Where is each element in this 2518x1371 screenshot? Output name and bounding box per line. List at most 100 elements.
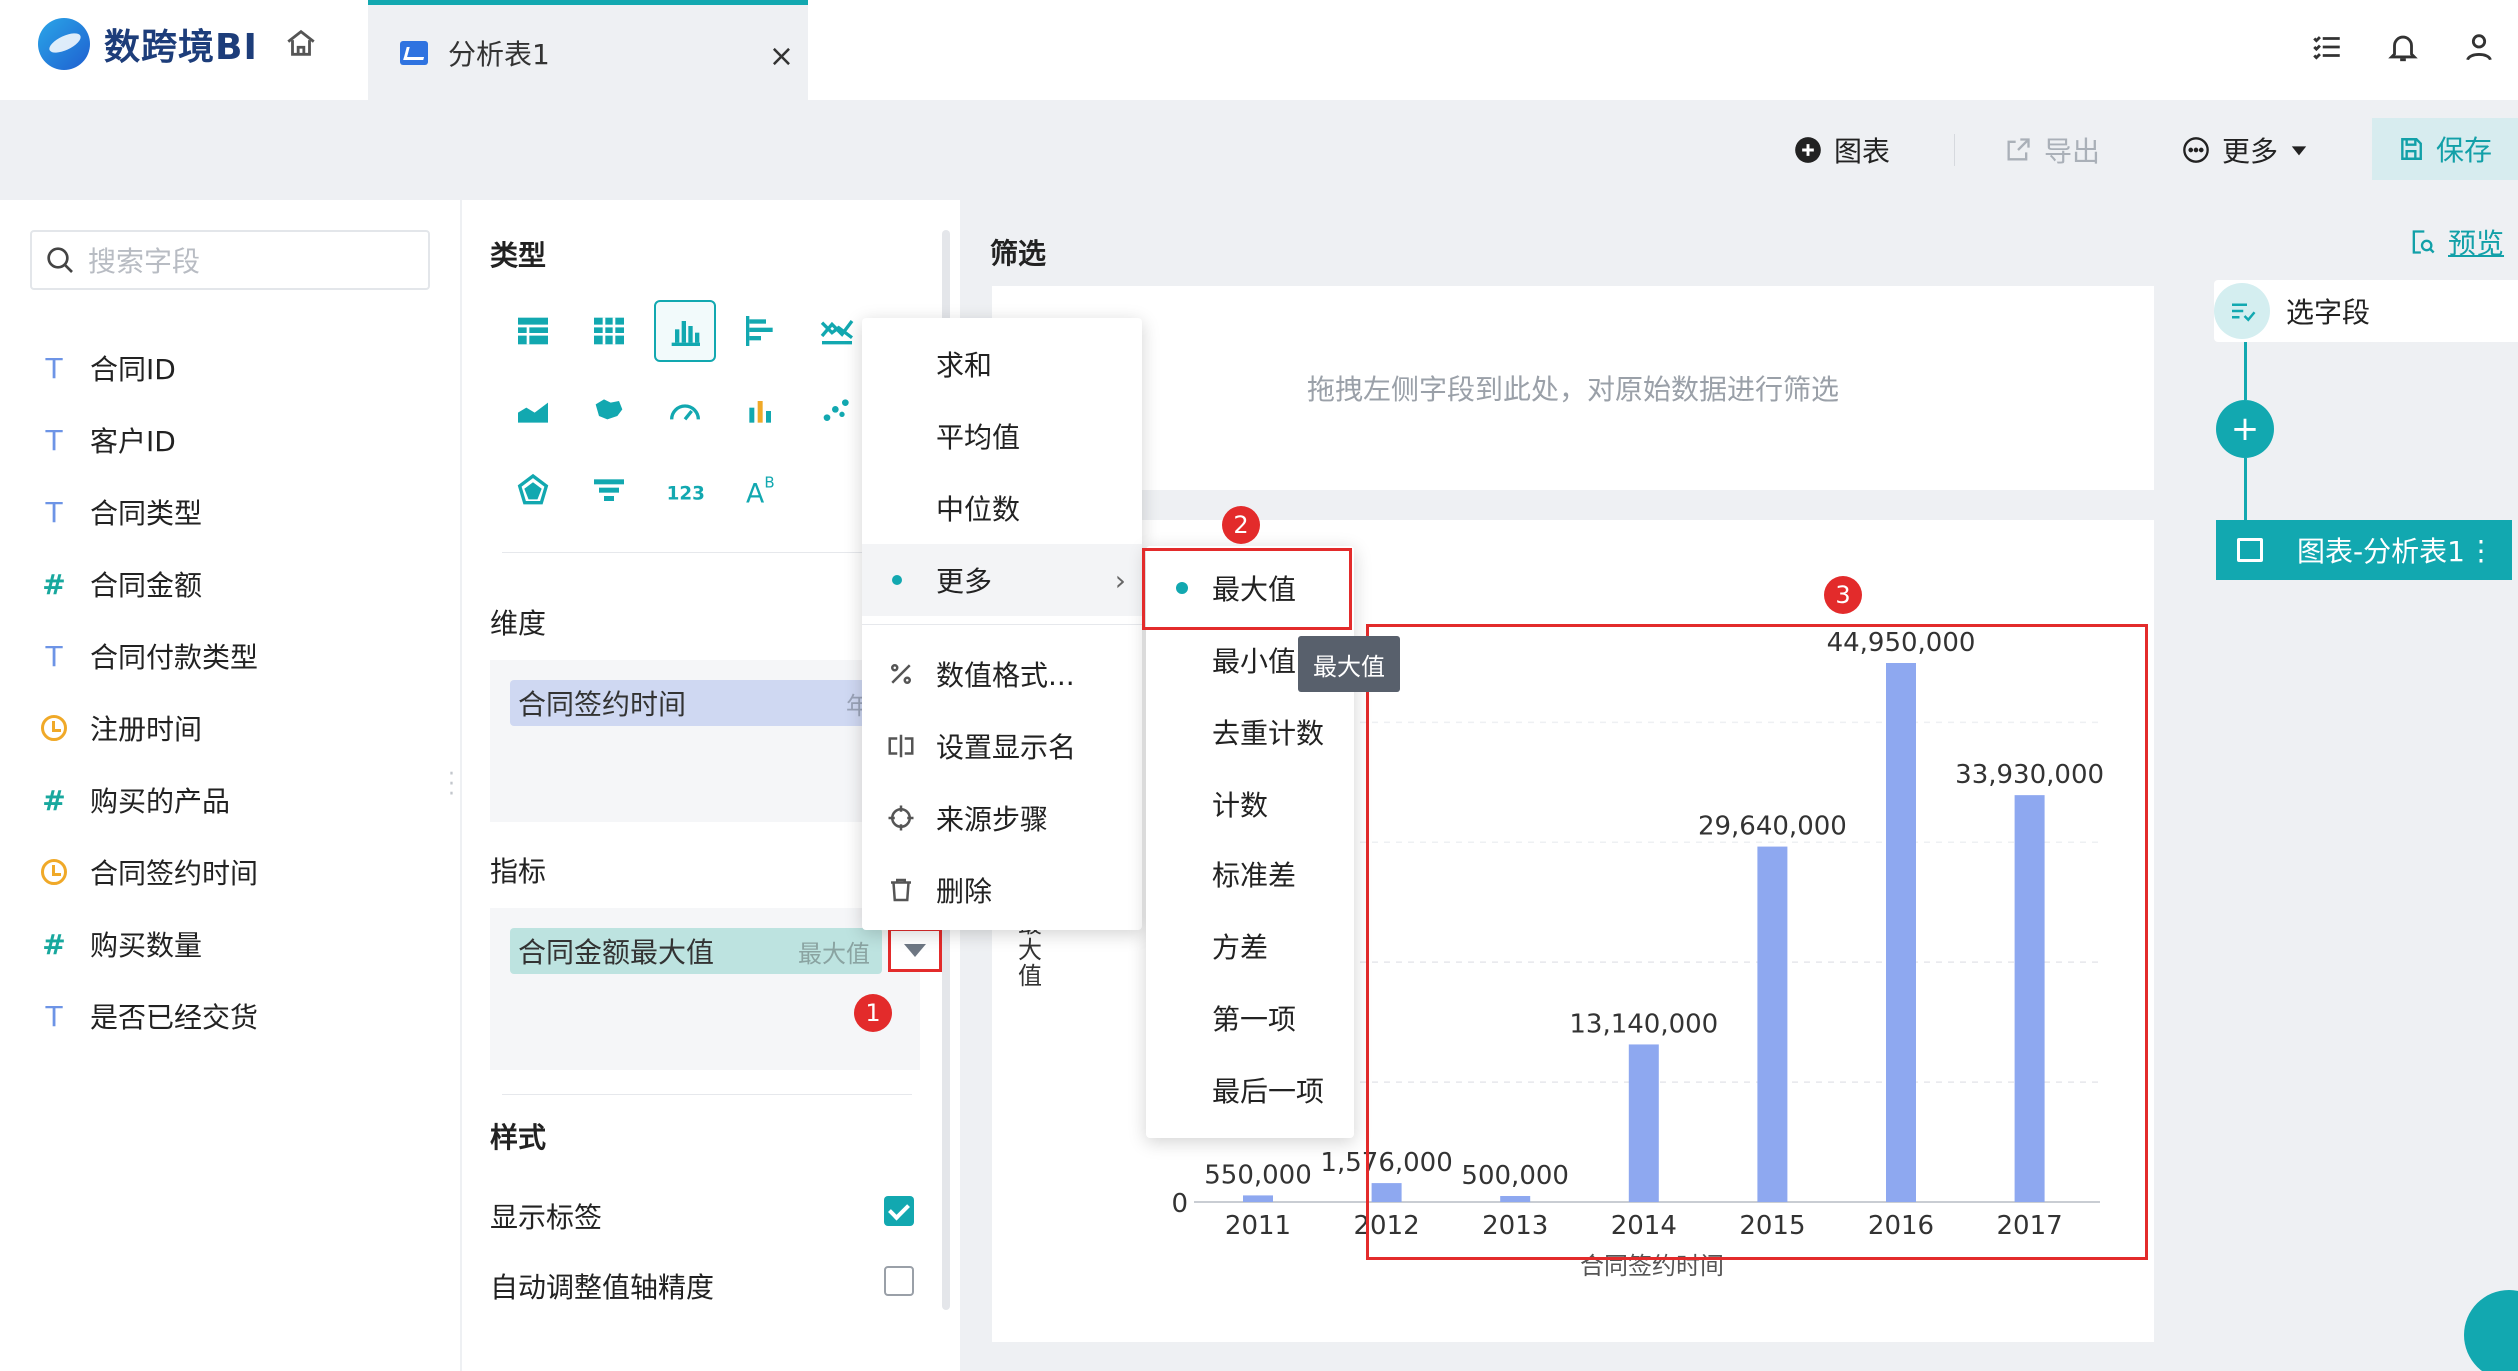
add-chart-button[interactable]: 图表	[1794, 128, 1890, 172]
export-label: 导出	[2044, 135, 2101, 168]
save-button[interactable]: 保存	[2372, 118, 2518, 180]
field-item[interactable]: # 购买的产品	[38, 764, 258, 836]
auto-axis-checkbox[interactable]	[884, 1266, 914, 1296]
scatter-type-icon[interactable]	[806, 380, 868, 442]
submenu-item-variance[interactable]: 方差	[1146, 910, 1354, 982]
show-label-checkbox[interactable]	[884, 1196, 914, 1226]
bell-icon[interactable]	[2386, 30, 2420, 64]
chart-highlight-box	[1366, 624, 2148, 1260]
field-label: 合同类型	[90, 497, 203, 530]
preview-link[interactable]: 预览	[2408, 222, 2504, 262]
number-type-icon: #	[42, 927, 66, 961]
add-step-button[interactable]: +	[2216, 400, 2274, 458]
menu-item-median[interactable]: 中位数	[862, 472, 1142, 544]
chevron-right-icon: ›	[1114, 563, 1126, 597]
more-button[interactable]: 更多	[2182, 128, 2308, 172]
svg-text:123: 123	[667, 483, 705, 504]
detail-table-type-icon[interactable]	[578, 300, 640, 362]
number-type-icon: #	[42, 783, 66, 817]
field-item[interactable]: # 购买数量	[38, 908, 258, 980]
field-item[interactable]: T 客户ID	[38, 404, 258, 476]
target-icon	[888, 805, 914, 831]
menu-item-display-name[interactable]: 设置显示名	[862, 710, 1142, 782]
menu-divider	[862, 624, 1142, 625]
submenu-item-distinct-count[interactable]: 去重计数	[1146, 696, 1354, 768]
field-item[interactable]: T 合同ID	[38, 332, 258, 404]
menu-item-sum[interactable]: 求和	[862, 328, 1142, 400]
flow-panel	[2180, 200, 2518, 1371]
filter-placeholder: 拖拽左侧字段到此处，对原始数据进行筛选	[1306, 373, 1839, 406]
menu-item-delete[interactable]: 删除	[862, 854, 1142, 926]
field-item[interactable]: 注册时间	[38, 692, 258, 764]
submenu-item-stddev[interactable]: 标准差	[1146, 838, 1354, 910]
field-panel: 搜索字段 T 合同ID T 客户ID T 合同类型 # 合同金额 T 合同付款类型 注册时…	[0, 200, 460, 1371]
top-bar: 数跨境BI 分析表1 ×	[0, 0, 2518, 100]
app-logo[interactable]: 数跨境BI	[38, 16, 258, 72]
tab-title: 分析表1	[448, 37, 550, 71]
search-placeholder: 搜索字段	[88, 245, 201, 278]
field-item[interactable]: 合同签约时间	[38, 836, 258, 908]
indicator-pill-label: 合同金额最大值	[518, 936, 715, 969]
select-field-icon	[2214, 283, 2270, 339]
tab-analysis-1[interactable]: 分析表1 ×	[368, 0, 808, 100]
step-badge-2: 2	[1222, 506, 1260, 544]
search-icon	[47, 247, 73, 273]
svg-text:A: A	[746, 479, 765, 510]
close-icon[interactable]: ×	[769, 39, 794, 74]
export-button[interactable]: 导出	[2004, 128, 2100, 172]
dimension-pill[interactable]: 合同签约时间 年	[510, 680, 882, 726]
indicator-pill-tag: 最大值	[798, 939, 870, 968]
menu-item-label: 设置显示名	[936, 731, 1077, 764]
flow-step-select-field[interactable]: 选字段	[2214, 280, 2518, 342]
radar-type-icon[interactable]	[502, 460, 564, 522]
line-chart-type-icon[interactable]	[806, 300, 868, 362]
indicator-dropdown-button[interactable]	[888, 928, 942, 972]
field-search-input[interactable]: 搜索字段	[30, 230, 430, 290]
field-item[interactable]: T 合同付款类型	[38, 620, 258, 692]
dimension-drop-zone[interactable]: 合同签约时间 年	[490, 660, 920, 822]
flow-step-chart[interactable]: 图表-分析表1 ⋮	[2216, 520, 2512, 580]
gauge-type-icon[interactable]	[654, 380, 716, 442]
menu-item-more[interactable]: 更多 ›	[862, 544, 1142, 616]
bar	[1243, 1195, 1273, 1202]
filter-drop-zone[interactable]: 拖拽左侧字段到此处，对原始数据进行筛选	[992, 286, 2154, 490]
submenu-item-count[interactable]: 计数	[1146, 768, 1354, 840]
indicator-pill[interactable]: 合同金额最大值 最大值	[510, 928, 882, 974]
funnel-type-icon[interactable]	[578, 460, 640, 522]
menu-item-label: 来源步骤	[936, 803, 1049, 836]
submenu-item-first[interactable]: 第一项	[1146, 982, 1354, 1054]
caret-down-icon	[2291, 146, 2307, 156]
menu-item-source-step[interactable]: 来源步骤	[862, 782, 1142, 854]
area-chart-type-icon[interactable]	[502, 380, 564, 442]
text-type-icon: T	[45, 999, 63, 1033]
map-type-icon[interactable]	[578, 380, 640, 442]
text-card-type-icon[interactable]: AB	[730, 460, 792, 522]
number-card-type-icon[interactable]: 123	[654, 460, 716, 522]
bar-chart-type-icon[interactable]	[654, 300, 716, 362]
field-item[interactable]: T 合同类型	[38, 476, 258, 548]
dimension-title: 维度	[490, 607, 547, 640]
plus-circle-icon	[1795, 137, 1821, 163]
field-list: T 合同ID T 客户ID T 合同类型 # 合同金额 T 合同付款类型 注册时间 # 购买…	[38, 332, 258, 1052]
stacked-bar-type-icon[interactable]	[730, 380, 792, 442]
table-type-icon[interactable]	[502, 300, 564, 362]
save-label: 保存	[2435, 134, 2492, 167]
user-icon[interactable]	[2462, 30, 2496, 64]
field-item[interactable]: # 合同金额	[38, 548, 258, 620]
task-list-icon[interactable]	[2310, 30, 2344, 64]
horizontal-bar-type-icon[interactable]	[730, 300, 792, 362]
resize-handle[interactable]: · · ·	[448, 764, 455, 806]
rename-icon	[888, 734, 914, 758]
indicator-drop-zone[interactable]: 合同金额最大值 最大值	[490, 908, 942, 1070]
flow-connector	[2244, 458, 2247, 520]
kebab-menu-icon[interactable]: ⋮	[2467, 534, 2495, 567]
menu-item-number-format[interactable]: 数值格式...	[862, 638, 1142, 710]
style-section-title: 样式	[490, 1121, 547, 1154]
menu-item-label: 更多	[936, 565, 993, 598]
field-item[interactable]: T 是否已经交货	[38, 980, 258, 1052]
x-tick-label: 2011	[1225, 1211, 1291, 1241]
text-type-icon: T	[45, 423, 63, 457]
submenu-item-last[interactable]: 最后一项	[1146, 1054, 1354, 1126]
home-icon[interactable]	[284, 26, 318, 60]
menu-item-average[interactable]: 平均值	[862, 400, 1142, 472]
